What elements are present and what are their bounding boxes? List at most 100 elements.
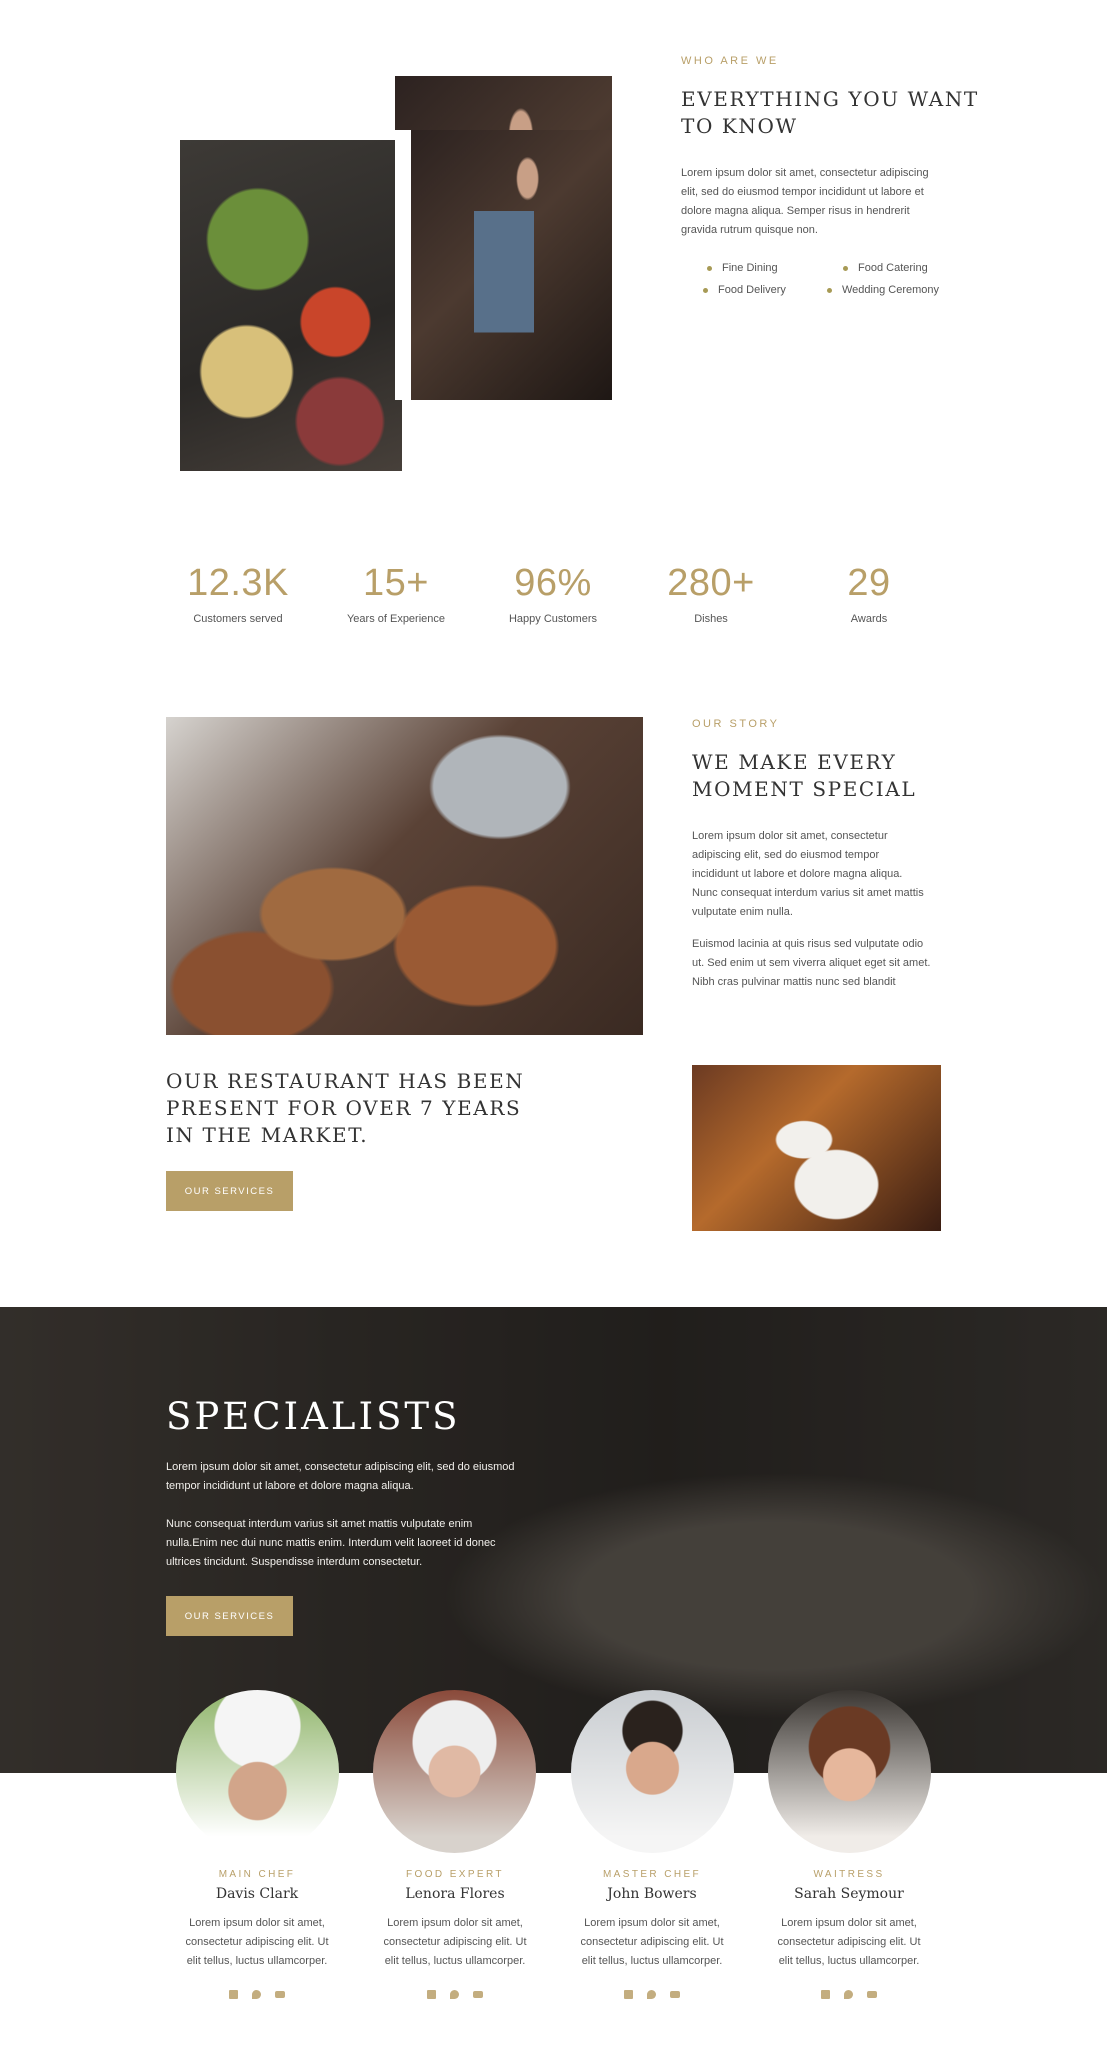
- story-title: WE MAKE EVERY MOMENT SPECIAL: [692, 749, 916, 803]
- stat-dishes: 280+ Dishes: [631, 562, 791, 625]
- story-p1-line5: vulputate enim nulla.: [692, 906, 793, 918]
- story-eyebrow: OUR STORY: [692, 718, 780, 730]
- story-p1-line2: adipiscing elit, sed do eiusmod tempor: [692, 849, 880, 861]
- twitter-icon[interactable]: [450, 1990, 459, 1999]
- team-bio-line1: Lorem ipsum dolor sit amet,: [781, 1917, 917, 1929]
- facebook-icon[interactable]: [821, 1990, 830, 1999]
- service-wedding-ceremony: Wedding Ceremony: [827, 284, 939, 296]
- bullet-dot-icon: [843, 265, 848, 271]
- stat-label: Happy Customers: [508, 613, 598, 625]
- team-bio: Lorem ipsum dolor sit amet, consectetur …: [355, 1914, 555, 1971]
- present-line2: PRESENT FOR OVER 7 YEARS: [166, 1096, 522, 1120]
- story-p2-line3: Nibh cras pulvinar mattis nunc sed bland…: [692, 976, 896, 988]
- story-title-line1: WE MAKE EVERY: [692, 750, 897, 774]
- specialists-services-button[interactable]: OUR SERVICES: [166, 1596, 293, 1636]
- story-p1-line3: incididunt ut labore et dolore magna ali…: [692, 868, 903, 880]
- facebook-icon[interactable]: [229, 1990, 238, 1999]
- about-text-line1: Lorem ipsum dolor sit amet, consectetur …: [681, 167, 929, 179]
- team-bio-line2: consectetur adipiscing elit. Ut: [777, 1936, 921, 1948]
- service-food-delivery: Food Delivery: [703, 284, 786, 296]
- our-services-button[interactable]: OUR SERVICES: [166, 1171, 293, 1211]
- youtube-icon[interactable]: [670, 1991, 680, 1998]
- team-name: John Bowers: [607, 1886, 697, 1902]
- salad-plates-photo: [179, 139, 403, 472]
- team-bio-line3: elit tellus, luctus ullamcorper.: [186, 1955, 328, 1967]
- team-role: WAITRESS: [813, 1869, 885, 1880]
- specialists-p2-line2: nulla.Enim nec dui nunc mattis enim. Int…: [166, 1537, 496, 1549]
- specialists-title: SPECIALISTS: [166, 1395, 461, 1438]
- bullet-dot-icon: [707, 265, 712, 271]
- twitter-icon[interactable]: [844, 1990, 853, 1999]
- team-bio-line2: consectetur adipiscing elit. Ut: [580, 1936, 724, 1948]
- twitter-icon[interactable]: [647, 1990, 656, 1999]
- specialists-p1-line2: tempor incididunt ut labore et dolore ma…: [166, 1480, 414, 1492]
- story-p1-line1: Lorem ipsum dolor sit amet, consectetur: [692, 830, 888, 842]
- team-bio-line1: Lorem ipsum dolor sit amet,: [584, 1917, 720, 1929]
- chef-plating-photo: [166, 717, 643, 1035]
- photo-white-frame: [395, 130, 411, 400]
- team-bio: Lorem ipsum dolor sit amet, consectetur …: [749, 1914, 949, 1971]
- stat-awards: 29 Awards: [789, 562, 949, 625]
- team-role: MAIN CHEF: [218, 1869, 296, 1880]
- social-links: [355, 1990, 555, 1999]
- facebook-icon[interactable]: [427, 1990, 436, 1999]
- stat-value: 96%: [514, 562, 592, 604]
- stat-label: Awards: [850, 613, 888, 625]
- specialists-p1-line1: Lorem ipsum dolor sit amet, consectetur …: [166, 1461, 515, 1473]
- youtube-icon[interactable]: [473, 1991, 483, 1998]
- team-member-john-bowers: MASTER CHEF John Bowers Lorem ipsum dolo…: [552, 1869, 752, 1999]
- stat-happy-customers: 96% Happy Customers: [473, 562, 633, 625]
- team-bio-line2: consectetur adipiscing elit. Ut: [383, 1936, 527, 1948]
- stat-value: 15+: [363, 562, 429, 604]
- avatar-davis-clark: [176, 1690, 339, 1853]
- team-bio: Lorem ipsum dolor sit amet, consectetur …: [157, 1914, 357, 1971]
- present-line1: OUR RESTAURANT HAS BEEN: [166, 1069, 525, 1093]
- bullet-dot-icon: [827, 287, 832, 293]
- stat-label: Dishes: [694, 613, 728, 625]
- team-name: Lenora Flores: [405, 1886, 505, 1902]
- present-line3: IN THE MARKET.: [166, 1123, 369, 1147]
- team-name: Sarah Seymour: [794, 1886, 904, 1902]
- story-paragraph-2: Euismod lacinia at quis risus sed vulput…: [692, 935, 962, 992]
- present-heading: OUR RESTAURANT HAS BEEN PRESENT FOR OVER…: [166, 1068, 524, 1149]
- waiter-plates-photo: [692, 1065, 941, 1231]
- team-bio-line1: Lorem ipsum dolor sit amet,: [387, 1917, 523, 1929]
- service-food-catering: Food Catering: [843, 262, 928, 274]
- bullet-dot-icon: [703, 287, 708, 293]
- stat-value: 29: [847, 562, 891, 604]
- about-text-line4: gravida rutrum quisque non.: [681, 224, 818, 236]
- team-bio-line3: elit tellus, luctus ullamcorper.: [581, 1955, 723, 1967]
- about-title: EVERYTHING YOU WANT TO KNOW: [681, 86, 979, 140]
- stat-value: 12.3K: [187, 562, 289, 604]
- stat-experience: 15+ Years of Experience: [316, 562, 476, 625]
- team-role: MASTER CHEF: [602, 1869, 702, 1880]
- specialists-p2-line1: Nunc consequat interdum varius sit amet …: [166, 1518, 473, 1530]
- avatar-john-bowers: [571, 1690, 734, 1853]
- service-label: Food Delivery: [718, 284, 786, 296]
- team-bio-line1: Lorem ipsum dolor sit amet,: [189, 1917, 325, 1929]
- specialists-paragraph-1: Lorem ipsum dolor sit amet, consectetur …: [166, 1458, 566, 1496]
- specialists-paragraph-2: Nunc consequat interdum varius sit amet …: [166, 1515, 566, 1572]
- stat-customers: 12.3K Customers served: [158, 562, 318, 625]
- service-label: Food Catering: [858, 262, 928, 274]
- specialists-p2-line3: ultrices tincidunt. Suspendisse interdum…: [166, 1556, 423, 1568]
- social-links: [157, 1990, 357, 1999]
- youtube-icon[interactable]: [867, 1991, 877, 1998]
- story-p1-line4: Nunc consequat interdum varius sit amet …: [692, 887, 924, 899]
- twitter-icon[interactable]: [252, 1990, 261, 1999]
- about-text: Lorem ipsum dolor sit amet, consectetur …: [681, 164, 961, 240]
- story-paragraph-1: Lorem ipsum dolor sit amet, consectetur …: [692, 827, 962, 922]
- stat-value: 280+: [667, 562, 755, 604]
- team-name: Davis Clark: [215, 1886, 299, 1902]
- story-p2-line2: ut. Sed enim ut sem viverra aliquet eget…: [692, 957, 931, 969]
- youtube-icon[interactable]: [275, 1991, 285, 1998]
- stat-label: Customers served: [193, 613, 283, 625]
- about-text-line3: dolore magna aliqua. Semper risus in hen…: [681, 205, 910, 217]
- service-label: Fine Dining: [722, 262, 778, 274]
- about-title-line1: EVERYTHING YOU WANT: [681, 87, 979, 111]
- service-label: Wedding Ceremony: [842, 284, 940, 296]
- story-p2-line1: Euismod lacinia at quis risus sed vulput…: [692, 938, 924, 950]
- facebook-icon[interactable]: [624, 1990, 633, 1999]
- stat-label: Years of Experience: [346, 613, 446, 625]
- social-links: [552, 1990, 752, 1999]
